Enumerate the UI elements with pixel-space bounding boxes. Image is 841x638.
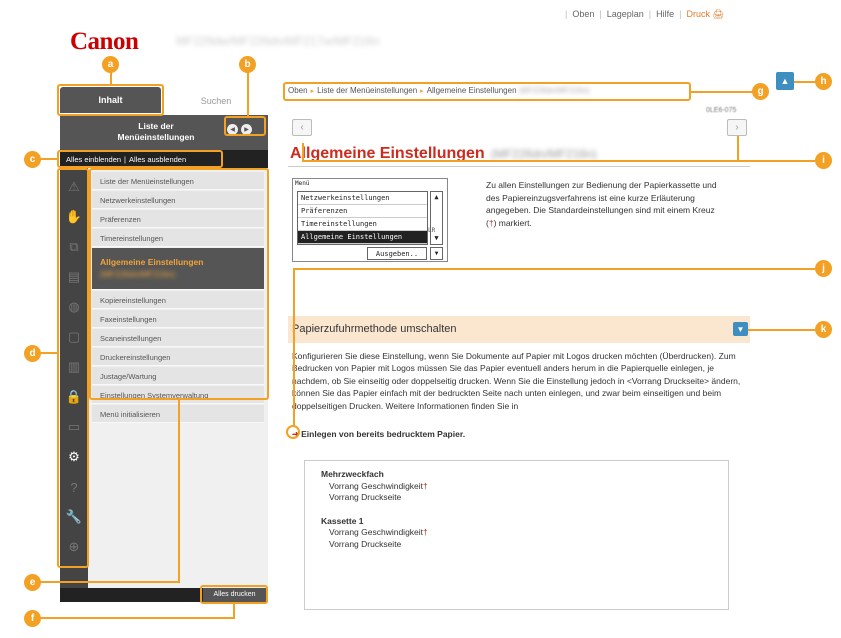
intro-text-end: ) markiert. [493,217,532,228]
page-title-suffix: (MF226dn/MF216n) [490,147,597,161]
callout-h: h [815,73,832,90]
callout-line-c [40,158,58,160]
reference-link[interactable]: ➜ Einlegen von bereits bedrucktem Papier. [292,429,465,440]
callout-f: f [24,610,41,627]
callout-box-d [57,168,89,568]
callout-line-e-h [40,581,180,583]
panel-list-item: Timereinstellungen [298,218,427,231]
callout-g: g [752,83,769,100]
options-box: Mehrzweckfach Vorrang Geschwindigkeit† V… [304,460,729,610]
section-title[interactable]: Papierzufuhrmethode umschalten [292,323,456,335]
callout-line-j-h [293,268,815,270]
model-name: MF229dw/MF226dn/MF217w/MF216n [176,34,380,48]
callout-box-g [283,82,691,101]
panel-scrollbar: ▲ ▼ [430,191,443,245]
title-divider [288,166,750,167]
callout-line-h [794,81,816,83]
panel-label: Menü [295,180,310,187]
option-item: Vorrang Geschwindigkeit† [329,527,428,537]
document-id: 0LE6-075 [706,107,737,114]
print-icon: 🖨 [712,9,724,19]
callout-line-i-h [302,160,815,162]
control-panel-screen: Menü Netzwerkeinstellungen Präferenzen T… [292,178,448,262]
option-item: Vorrang Druckseite [329,538,402,549]
back-to-top-button[interactable]: ▲ [776,72,794,90]
link-print[interactable]: Druck 🖨 [686,9,723,20]
callout-box-j [286,425,300,439]
option-group: Kassette 1 [321,515,364,526]
scroll-up-icon: ▲ [434,193,439,201]
link-help[interactable]: Hilfe [656,9,674,20]
collapse-button[interactable]: ▼ [733,322,748,336]
link-top[interactable]: Oben [572,9,594,20]
intro-text: Zu allen Einstellungen zur Bedienung der… [486,179,718,229]
panel-list: Netzwerkeinstellungen Präferenzen Timere… [297,191,428,245]
callout-line-i-v2 [302,143,304,161]
panel-lr: LR [428,227,436,234]
callout-line-k [748,329,815,331]
callout-line-a [110,72,112,85]
panel-list-item: Netzwerkeinstellungen [298,192,427,205]
callout-e: e [24,574,41,591]
default-mark: † [423,527,428,537]
pane-title: Liste der Menüeinstellungen [117,121,195,142]
panel-list-item: Präferenzen [298,205,427,218]
canon-logo: Canon [70,28,139,55]
panel-down-icon: ▼ [430,247,443,260]
callout-box-a [57,84,164,116]
option-item: Vorrang Geschwindigkeit† [329,480,428,491]
callout-a: a [102,56,119,73]
link-sitemap[interactable]: Lageplan [607,9,644,20]
callout-c: c [24,151,41,168]
callout-b: b [239,56,256,73]
callout-line-b [247,72,249,117]
callout-box-f [200,585,268,604]
top-links: | Oben | Lageplan | Hilfe | Druck 🖨 [565,9,724,20]
callout-line-g [691,91,753,93]
callout-d: d [24,345,41,362]
panel-output-button: Ausgeben.. [367,247,427,260]
callout-k: k [815,321,832,338]
chevron-down-icon: ▼ [736,324,745,334]
reference-link-text[interactable]: Einlegen von bereits bedrucktem Papier [301,429,463,439]
panel-list-item-selected: Allgemeine Einstellungen [298,231,427,244]
prev-page-button[interactable]: ‹ [292,119,312,136]
callout-line-f-v [233,604,235,618]
option-item: Vorrang Druckseite [329,492,402,502]
option-group: Mehrzweckfach [321,469,384,479]
callout-line-i-v [737,136,739,161]
arrow-up-icon: ▲ [780,76,790,86]
callout-box-b [224,116,266,136]
callout-i: i [815,152,832,169]
reference-link-end: . [462,429,466,439]
callout-line-e-v [178,400,180,582]
tab-search[interactable]: Suchen [166,96,266,113]
callout-box-e [89,168,269,400]
callout-line-f-h [40,617,235,619]
callout-line-j-v [293,268,295,426]
section-body: Konfigurieren Sie diese Einstellung, wen… [292,351,741,411]
chevron-left-icon: ‹ [300,122,304,133]
scroll-down-icon: ▼ [434,234,439,242]
chevron-right-icon: › [735,122,739,133]
callout-box-c [57,150,223,168]
callout-line-d [40,352,58,354]
next-page-button[interactable]: › [727,119,747,136]
callout-j: j [815,260,832,277]
default-mark: † [423,480,428,491]
